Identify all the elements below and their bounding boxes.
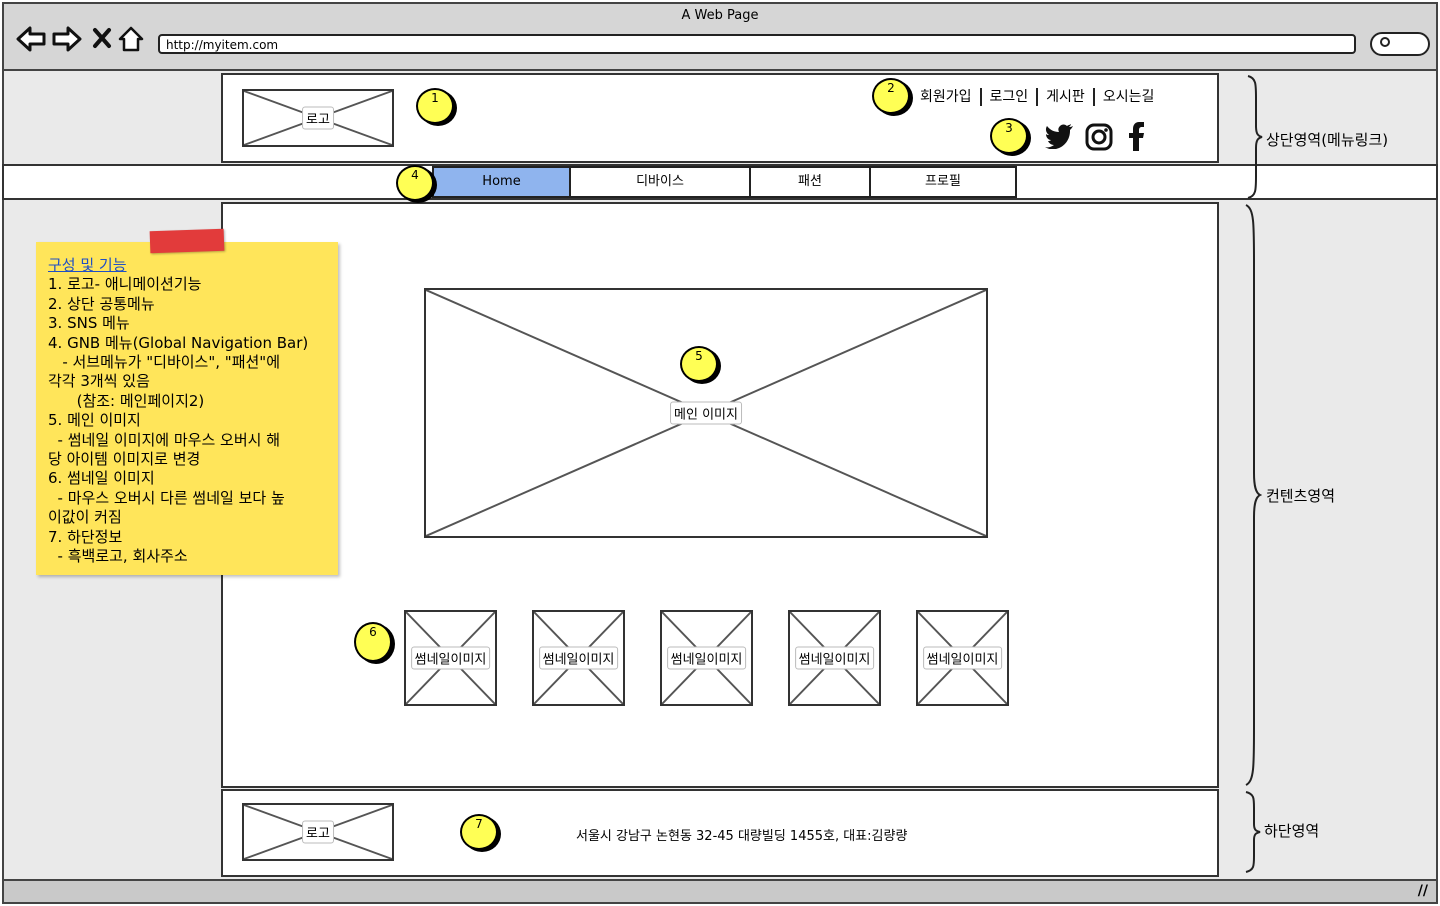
badge-2: 2 (872, 78, 910, 114)
browser-window: A Web Page http://myitem.com 로고 회원가입 로그인… (0, 0, 1440, 906)
thumbnail-label: 썸네일이미지 (666, 646, 747, 670)
thumbnail-5[interactable]: 썸네일이미지 (916, 610, 1009, 706)
note-line: 6. 썸네일 이미지 (48, 469, 155, 488)
note-heading[interactable]: 구성 및 기능 (48, 256, 326, 275)
note-line: 이값이 커짐 (48, 508, 122, 527)
note-line: 당 아이템 이미지로 변경 (48, 450, 201, 469)
forward-icon[interactable] (52, 26, 82, 59)
thumbnail-label: 썸네일이미지 (794, 646, 875, 670)
thumbnail-1[interactable]: 썸네일이미지 (404, 610, 497, 706)
badge-5: 5 (680, 346, 718, 382)
brace-bottom (1242, 790, 1262, 878)
stop-icon[interactable] (92, 26, 112, 57)
top-link-login[interactable]: 로그인 (979, 88, 1037, 106)
thumbnail-label: 썸네일이미지 (922, 646, 1003, 670)
back-icon[interactable] (16, 26, 46, 59)
search-icon (1380, 37, 1390, 47)
note-line: 1. 로고- 애니메이션기능 (48, 275, 202, 294)
thumbnail-label: 썸네일이미지 (538, 646, 619, 670)
tab-profile[interactable]: 프로필 (869, 166, 1017, 198)
tab-home[interactable]: Home (432, 166, 571, 198)
main-image[interactable]: 메인 이미지 (424, 288, 988, 538)
main-image-label: 메인 이미지 (670, 401, 742, 425)
brace-top (1244, 74, 1264, 204)
footer-logo[interactable]: 로고 (242, 803, 394, 861)
tab-fashion[interactable]: 패션 (749, 166, 871, 198)
logo-label: 로고 (302, 106, 334, 130)
window-title: A Web Page (681, 8, 759, 23)
instagram-icon[interactable] (1085, 123, 1113, 155)
note-line: 4. GNB 메뉴(Global Navigation Bar) (48, 333, 309, 352)
thumbnail-label: 썸네일이미지 (410, 646, 491, 670)
region-label-top: 상단영역(메뉴링크) (1266, 131, 1389, 149)
note-line: 3. SNS 메뉴 (48, 314, 130, 333)
badge-1: 1 (416, 88, 454, 124)
note-line: (참조: 메인페이지2) (48, 391, 205, 410)
footer-logo-label: 로고 (302, 820, 334, 844)
brace-content (1242, 203, 1263, 791)
region-label-content: 컨텐츠영역 (1266, 487, 1336, 505)
status-bar: // (2, 879, 1438, 904)
thumbnail-2[interactable]: 썸네일이미지 (532, 610, 625, 706)
thumbnail-3[interactable]: 썸네일이미지 (660, 610, 753, 706)
search-button[interactable] (1370, 32, 1430, 56)
note-line: 5. 메인 이미지 (48, 411, 141, 430)
browser-toolbar: A Web Page http://myitem.com (2, 2, 1438, 71)
badge-7: 7 (460, 814, 498, 850)
facebook-icon[interactable] (1127, 121, 1145, 155)
url-input[interactable]: http://myitem.com (158, 34, 1356, 54)
sticky-note: 구성 및 기능 1. 로고- 애니메이션기능 2. 상단 공통메뉴 3. SNS… (36, 242, 338, 575)
badge-6: 6 (354, 622, 392, 662)
top-link-board[interactable]: 게시판 (1036, 88, 1093, 106)
resize-grip-icon[interactable]: // (1418, 883, 1428, 899)
region-label-bottom: 하단영역 (1264, 822, 1320, 840)
home-icon[interactable] (118, 26, 144, 59)
note-line: 7. 하단정보 (48, 527, 123, 546)
header-logo[interactable]: 로고 (242, 89, 394, 147)
tab-device[interactable]: 디바이스 (569, 166, 751, 198)
twitter-icon[interactable] (1044, 123, 1074, 153)
thumbnail-4[interactable]: 썸네일이미지 (788, 610, 881, 706)
top-link-signup[interactable]: 회원가입 (912, 88, 980, 106)
sticky-tape (149, 228, 225, 254)
note-line: - 흑백로고, 회사주소 (48, 547, 188, 566)
top-links: 회원가입 로그인 게시판 오시는길 (912, 88, 1162, 106)
badge-3: 3 (990, 118, 1028, 154)
note-line: - 썸네일 이미지에 마우스 오버시 해 (48, 430, 281, 449)
company-address: 서울시 강남구 논현동 32-45 대량빌딩 1455호, 대표:김량량 (576, 829, 908, 844)
badge-4: 4 (396, 165, 434, 201)
note-line: 2. 상단 공통메뉴 (48, 294, 155, 313)
note-line: - 마우스 오버시 다른 썸네일 보다 높 (48, 488, 285, 507)
note-line: - 서브메뉴가 "디바이스", "패션"에 (48, 353, 280, 372)
top-link-directions[interactable]: 오시는길 (1092, 88, 1163, 106)
note-line: 각각 3개씩 있음 (48, 372, 150, 391)
